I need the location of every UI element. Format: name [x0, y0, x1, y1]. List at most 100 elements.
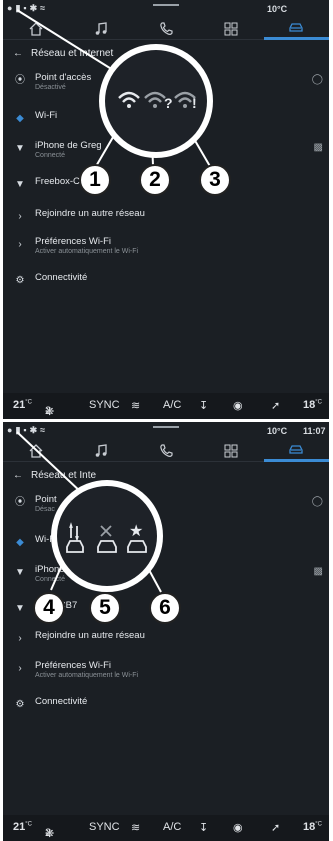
tab-apps[interactable]: [198, 18, 264, 40]
sync-button[interactable]: SYNC: [89, 399, 120, 411]
phone-icon: [160, 443, 173, 457]
user-icon: ●: [7, 425, 13, 435]
seat-heat-icon[interactable]: ≋: [131, 399, 140, 412]
airflow-icon[interactable]: ➚: [271, 821, 280, 834]
page-title: Réseau et Inte: [31, 470, 97, 481]
signal-icon: ▪: [23, 425, 27, 435]
home-icon: [29, 443, 43, 458]
top-navigation: [3, 18, 329, 40]
zoom-inner: ? !: [105, 50, 207, 152]
wifi-icon: ▼: [15, 143, 25, 154]
car-not-connected-icon: [97, 525, 117, 553]
tab-phone[interactable]: [133, 440, 199, 462]
temp-left-value: 21: [13, 821, 26, 833]
wifi-icon: ▼: [15, 603, 25, 614]
battery-icon: ▮: [15, 425, 21, 435]
steering-heat-icon[interactable]: ◉: [233, 399, 243, 412]
item-label: Rejoindre un autre réseau: [35, 630, 145, 641]
page-indicator: [153, 426, 179, 430]
temp-right-unit: °C: [315, 399, 322, 406]
list-item-wifi-preferences[interactable]: › Préférences Wi-Fi Activer automatiquem…: [13, 236, 323, 264]
rear-defrost-icon[interactable]: ↧: [199, 821, 208, 834]
trash-icon[interactable]: ▩: [314, 142, 323, 153]
outside-temperature: 10°C: [267, 4, 288, 14]
wifi-unknown-icon: ?: [144, 91, 173, 111]
tab-home[interactable]: [3, 18, 69, 40]
list-item-join-network[interactable]: › Rejoindre un autre réseau: [13, 208, 323, 236]
tab-vehicle[interactable]: [263, 440, 329, 462]
bluetooth-icon: ✱: [29, 3, 38, 13]
apps-icon: [224, 444, 238, 457]
svg-text:★: ★: [129, 521, 143, 540]
user-icon: ●: [7, 3, 13, 13]
wifi-icon: ▼: [15, 567, 25, 578]
rear-defrost-icon[interactable]: ↧: [199, 399, 208, 412]
ac-button[interactable]: A/C: [163, 399, 181, 411]
temp-left[interactable]: 21°C: [13, 821, 32, 833]
item-sub: Désactivé: [35, 84, 66, 91]
temp-left[interactable]: 21°C: [13, 399, 32, 411]
hotspot-icon: ⦿: [15, 75, 25, 86]
page-header: ← Réseau et Inte: [13, 470, 96, 481]
car-favorite-icon: ★: [127, 521, 147, 553]
gear-icon: ⚙: [15, 699, 25, 710]
airflow-icon[interactable]: ➚: [271, 399, 280, 412]
tab-music[interactable]: [68, 18, 134, 40]
home-icon: [29, 21, 43, 36]
music-icon: [95, 21, 107, 35]
outside-temperature: 10°C: [267, 426, 288, 436]
toggle-icon[interactable]: ◯: [312, 496, 323, 507]
list-item-wifi-preferences[interactable]: › Préférences Wi-Fi Activer automatiquem…: [13, 660, 323, 688]
screen-2: ● ▮ ▪ ✱ ≈ 10°C 11:07 ← Réseau et Inte ⦿: [3, 422, 329, 841]
temp-right-value: 18: [303, 399, 316, 411]
car-data-transfer-icon: [66, 522, 84, 553]
chevron-right-icon: ›: [18, 663, 22, 674]
item-label: Rejoindre un autre réseau: [35, 208, 145, 219]
callout-1: 1: [79, 164, 111, 196]
temp-right-value: 18: [303, 821, 316, 833]
item-sub: Activer automatiquement le Wi-Fi: [35, 248, 139, 255]
svg-text:?: ?: [164, 95, 173, 111]
toggle-icon[interactable]: ◯: [312, 74, 323, 85]
wifi-toggle-icon: ◆: [16, 537, 24, 548]
tab-phone[interactable]: [133, 18, 199, 40]
back-arrow-icon[interactable]: ←: [13, 48, 23, 59]
list-item-join-network[interactable]: › Rejoindre un autre réseau: [13, 630, 323, 658]
item-label: Préférences Wi-Fi: [35, 236, 112, 247]
callout-3: 3: [199, 164, 231, 196]
list-item-connectivity[interactable]: ⚙ Connectivité: [13, 696, 323, 724]
back-arrow-icon[interactable]: ←: [13, 470, 23, 481]
item-label: iPhone de Greg: [35, 140, 102, 151]
sync-button[interactable]: SYNC: [89, 821, 120, 833]
temp-right[interactable]: 18°C: [303, 821, 322, 833]
wifi-status-icon: ≈: [40, 425, 46, 435]
ac-button[interactable]: A/C: [163, 821, 181, 833]
steering-heat-icon[interactable]: ◉: [233, 821, 243, 834]
trash-icon[interactable]: ▩: [314, 566, 323, 577]
chevron-right-icon: ›: [18, 211, 22, 222]
list-item-connectivity[interactable]: ⚙ Connectivité: [13, 272, 323, 300]
item-label: Connectivité: [35, 696, 88, 707]
item-label: Préférences Wi-Fi: [35, 660, 112, 671]
tab-music[interactable]: [68, 440, 134, 462]
wifi-status-icon: ≈: [40, 3, 46, 13]
gear-icon: ⚙: [15, 275, 25, 286]
callout-2: 2: [139, 164, 171, 196]
item-label: Wi-Fi: [35, 110, 58, 121]
music-icon: [95, 443, 107, 457]
item-label: Point d'accès: [35, 72, 92, 83]
zoom-circle: ? !: [99, 44, 213, 158]
tab-vehicle[interactable]: [263, 18, 329, 40]
seat-heat-icon[interactable]: ≋: [131, 821, 140, 834]
callout-4: 4: [33, 592, 65, 624]
status-icons: ● ▮ ▪ ✱ ≈: [7, 3, 45, 14]
climate-bar: 21°C ❋ 2 SYNC ≋ A/C ↧ ◉ ➚ 18°C: [3, 815, 329, 841]
wifi-signal-icon: [118, 91, 140, 108]
zoomed-icons: ★: [66, 521, 147, 553]
car-icon: [289, 444, 304, 454]
battery-icon: ▮: [15, 3, 21, 13]
tab-apps[interactable]: [198, 440, 264, 462]
temp-right[interactable]: 18°C: [303, 399, 322, 411]
tab-home[interactable]: [3, 440, 69, 462]
temp-left-unit: °C: [25, 399, 32, 406]
